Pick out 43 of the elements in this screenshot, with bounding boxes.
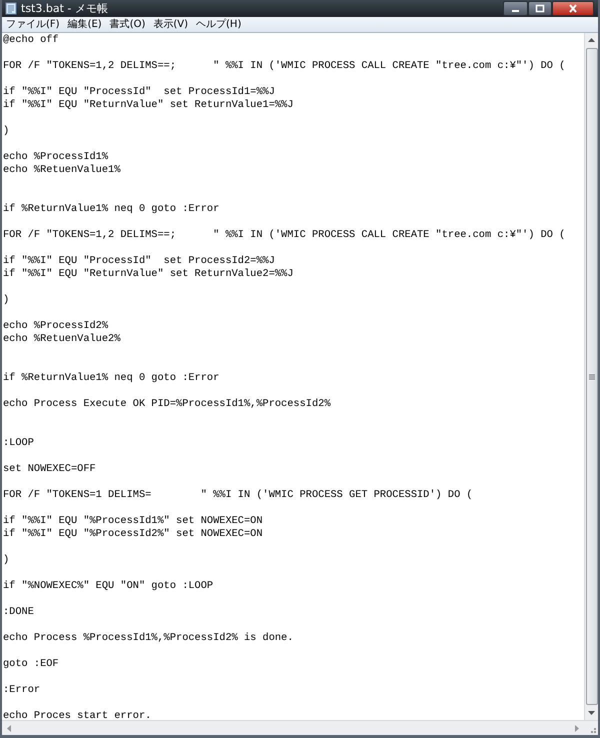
maximize-button[interactable]: [528, 1, 552, 16]
code-line: ): [3, 294, 10, 307]
code-line: echo %RetuenValue2%: [3, 333, 120, 346]
code-line: if %ReturnValue1% neq 0 goto :Error: [3, 372, 220, 385]
vertical-scrollbar[interactable]: [584, 33, 598, 720]
code-line: echo %RetuenValue1%: [3, 164, 120, 177]
code-line: echo %ProcessId1%: [3, 151, 108, 164]
menu-item[interactable]: ヘルプ(H): [192, 18, 246, 32]
code-line: FOR /F "TOKENS=1 DELIMS= " %%I IN ('WMIC PROCESS GET PROCESSID') DO (: [3, 489, 473, 502]
code-line: goto :EOF: [3, 658, 59, 671]
code-line: if "%%I" EQU "ProcessId" set ProcessId1=%%J: [3, 86, 275, 99]
menu-item[interactable]: 編集(E): [64, 18, 106, 32]
code-line: echo %ProcessId2%: [3, 320, 108, 333]
menu-item[interactable]: ファイル(F): [2, 18, 64, 32]
code-line: FOR /F "TOKENS=1,2 DELIMS==; " %%I IN ('WMIC PROCESS CALL CREATE "tree.com c:¥"') DO (: [3, 60, 566, 73]
code-line: FOR /F "TOKENS=1,2 DELIMS==; " %%I IN ('WMIC PROCESS CALL CREATE "tree.com c:¥"') DO (: [3, 229, 566, 242]
code-line: set NOWEXEC=OFF: [3, 463, 96, 476]
code-line: if "%%I" EQU "ReturnValue" set ReturnValue1=%%J: [3, 99, 294, 112]
menu-item[interactable]: 表示(V): [149, 18, 192, 32]
code-line: if %ReturnValue1% neq 0 goto :Error: [3, 203, 220, 216]
code-line: :DONE: [3, 606, 34, 619]
code-line: ): [3, 125, 10, 138]
minimize-button[interactable]: [503, 1, 528, 16]
scroll-thumb[interactable]: [586, 48, 598, 705]
code-line: if "%%I" EQU "ProcessId" set ProcessId2=%%J: [3, 255, 275, 268]
horizontal-scrollbar[interactable]: [2, 720, 598, 735]
code-line: :Error: [3, 684, 40, 697]
close-button[interactable]: [552, 1, 594, 16]
maximize-icon: [535, 4, 545, 13]
code-line: @echo off: [3, 34, 59, 47]
code-line: if "%%I" EQU "%ProcessId2%" set NOWEXEC=ON: [3, 528, 263, 541]
code-line: echo Proces start error.: [3, 710, 152, 720]
code-line: if "%NOWEXEC%" EQU "ON" goto :LOOP: [3, 580, 214, 593]
code-line: :LOOP: [3, 437, 34, 450]
code-line: if "%%I" EQU "%ProcessId1%" set NOWEXEC=ON: [3, 515, 263, 528]
notepad-icon: [5, 2, 17, 15]
menu-item[interactable]: 書式(O): [106, 18, 150, 32]
code-line: if "%%I" EQU "ReturnValue" set ReturnValue2=%%J: [3, 268, 294, 281]
window-title: tst3.bat - メモ帳: [21, 3, 108, 14]
code-line: ): [3, 554, 10, 567]
code-line: echo Process %ProcessId1%,%ProcessId2% is done.: [3, 632, 294, 645]
code-line: echo Process Execute OK PID=%ProcessId1%,%ProcessId2%: [3, 398, 330, 411]
close-icon: [568, 4, 578, 13]
